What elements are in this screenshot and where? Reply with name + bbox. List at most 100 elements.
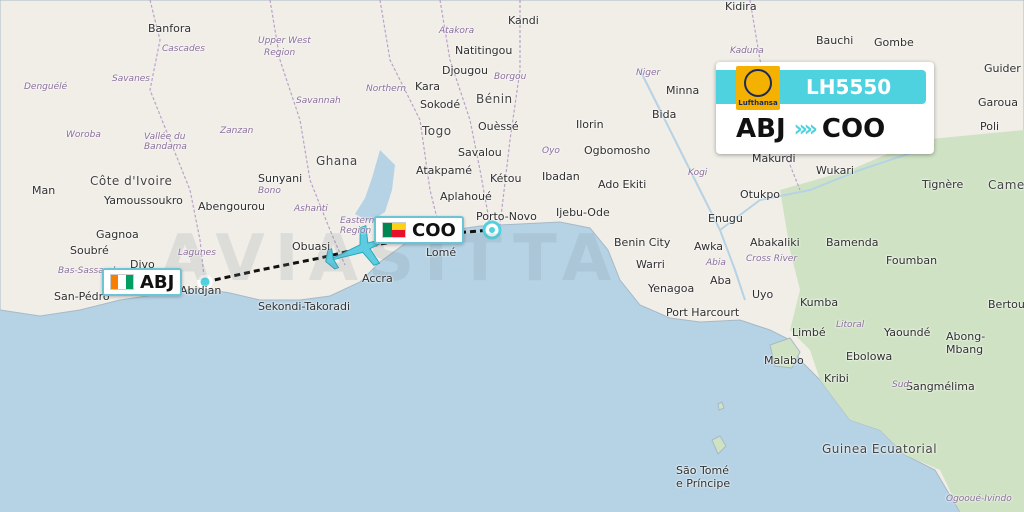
- label-sunyani: Sunyani: [258, 172, 303, 185]
- label-kogi: Kogi: [688, 168, 708, 178]
- label-minna: Minna: [666, 84, 700, 97]
- label-bida: Bida: [652, 108, 677, 121]
- airline-logo: Lufthansa: [736, 66, 780, 110]
- route-row: ABJ ›››› COO: [736, 114, 885, 144]
- label-savanes: Savanes: [112, 74, 150, 84]
- label-bono: Bono: [258, 186, 281, 196]
- label-atakora: Atakora: [439, 26, 475, 36]
- ivory-coast-flag-icon: [110, 274, 134, 290]
- label-djougou: Djougou: [442, 64, 488, 77]
- label-guider: Guider: [984, 62, 1021, 75]
- label-benin-region: Bénin: [476, 92, 513, 106]
- label-accra: Accra: [362, 272, 393, 285]
- label-yenagoa: Yenagoa: [648, 282, 695, 295]
- label-sao-tome: São Tomé e Príncipe: [676, 464, 731, 490]
- label-otukpo: Otukpo: [740, 188, 781, 201]
- route-origin: ABJ: [736, 114, 786, 144]
- label-lome: Lomé: [426, 246, 457, 259]
- flight-info-card[interactable]: Lufthansa LH5550 ABJ ›››› COO: [716, 62, 934, 154]
- label-ghana: Ghana: [316, 154, 358, 168]
- label-savalou: Savalou: [458, 146, 502, 159]
- label-porto-novo: Porto-Novo: [476, 210, 537, 223]
- label-cameroon: Camero: [988, 178, 1024, 192]
- label-ado-ekiti: Ado Ekiti: [598, 178, 647, 191]
- label-wukari: Wukari: [816, 164, 854, 177]
- label-ketou: Kétou: [490, 172, 522, 185]
- label-kidira: Kidira: [725, 0, 757, 13]
- label-guinea-ecuatorial: Guinea Ecuatorial: [822, 442, 938, 456]
- label-savannah: Savannah: [296, 96, 341, 106]
- label-poli: Poli: [980, 120, 1000, 133]
- label-kara: Kara: [415, 80, 441, 93]
- label-ibadan: Ibadan: [542, 170, 580, 183]
- label-abong-mbang: Abong-Mbang: [946, 330, 986, 356]
- label-port-harcourt: Port Harcourt: [666, 306, 740, 319]
- flight-number: LH5550: [806, 75, 892, 99]
- chevron-right-icon: ››››: [793, 116, 818, 142]
- label-awka: Awka: [694, 240, 723, 253]
- label-warri: Warri: [636, 258, 665, 271]
- label-abengourou: Abengourou: [198, 200, 265, 213]
- label-niger: Niger: [636, 68, 661, 78]
- label-abia: Abia: [706, 258, 726, 268]
- label-bamenda: Bamenda: [826, 236, 879, 249]
- label-gombe: Gombe: [874, 36, 914, 49]
- label-malabo: Malabo: [764, 354, 804, 367]
- label-kaduna: Kaduna: [730, 46, 764, 56]
- label-sud: Sud: [892, 380, 910, 390]
- label-abidjan: Abidjan: [180, 284, 222, 297]
- label-zanzan: Zanzan: [220, 126, 254, 136]
- label-upper-west: Upper West: [258, 36, 311, 46]
- label-ebolowa: Ebolowa: [846, 350, 893, 363]
- label-aba: Aba: [710, 274, 732, 287]
- label-cascades: Cascades: [162, 44, 205, 54]
- label-woroba: Woroba: [66, 130, 101, 140]
- origin-tag[interactable]: ABJ: [102, 268, 183, 296]
- label-ashanti: Ashanti: [294, 204, 328, 214]
- label-northern: Northern: [366, 84, 407, 94]
- label-sekondi-takoradi: Sekondi-Takoradi: [258, 300, 351, 313]
- crane-icon: [744, 69, 772, 97]
- label-bertoua: Bertoua: [988, 298, 1024, 311]
- origin-code-label: ABJ: [140, 271, 175, 293]
- label-abakaliki: Abakaliki: [750, 236, 800, 249]
- label-garoua: Garoua: [978, 96, 1018, 109]
- label-foumban: Foumban: [886, 254, 938, 267]
- label-ouesse: Ouèssé: [478, 120, 519, 133]
- label-kandi: Kandi: [508, 14, 539, 27]
- label-benin-city: Benin City: [614, 236, 671, 249]
- label-banfora: Banfora: [148, 22, 192, 35]
- label-region-1: Region: [264, 48, 296, 58]
- label-lagunes: Lagunes: [178, 248, 216, 258]
- destination-code-label: COO: [412, 219, 456, 241]
- label-kribi: Kribi: [824, 372, 849, 385]
- label-ogbomosho: Ogbomosho: [584, 144, 651, 157]
- label-gagnoa: Gagnoa: [96, 228, 139, 241]
- label-enugu: Enugu: [708, 212, 743, 225]
- label-kumba: Kumba: [800, 296, 839, 309]
- label-litoral: Litoral: [836, 320, 865, 330]
- label-aplahoue: Aplahoué: [440, 190, 492, 203]
- label-natitingou: Natitingou: [455, 44, 513, 57]
- label-limbe: Limbé: [792, 326, 826, 339]
- label-yamoussoukro: Yamoussoukro: [104, 194, 183, 207]
- label-cross-river: Cross River: [746, 254, 798, 264]
- label-togo: Togo: [422, 124, 452, 138]
- label-denguele: Denguélé: [24, 82, 68, 92]
- label-tignere: Tignère: [922, 178, 964, 191]
- label-uyo: Uyo: [752, 288, 774, 301]
- label-cote-divoire: Côte d'Ivoire: [90, 174, 173, 188]
- label-borgou: Borgou: [494, 72, 527, 82]
- benin-flag-icon: [382, 222, 406, 238]
- label-yaounde: Yaoundé: [884, 326, 931, 339]
- label-sokode: Sokodé: [420, 98, 461, 111]
- label-ijebu-ode: Ijebu-Ode: [556, 206, 610, 219]
- label-obuasi: Obuasi: [292, 240, 331, 253]
- destination-tag[interactable]: COO: [374, 216, 464, 244]
- label-bauchi: Bauchi: [816, 34, 854, 47]
- label-sangmelima: Sangmélima: [906, 380, 975, 393]
- label-atakpame: Atakpamé: [416, 164, 472, 177]
- label-oyo: Oyo: [542, 146, 560, 156]
- label-ilorin: Ilorin: [576, 118, 604, 131]
- airline-name: Lufthansa: [738, 99, 778, 107]
